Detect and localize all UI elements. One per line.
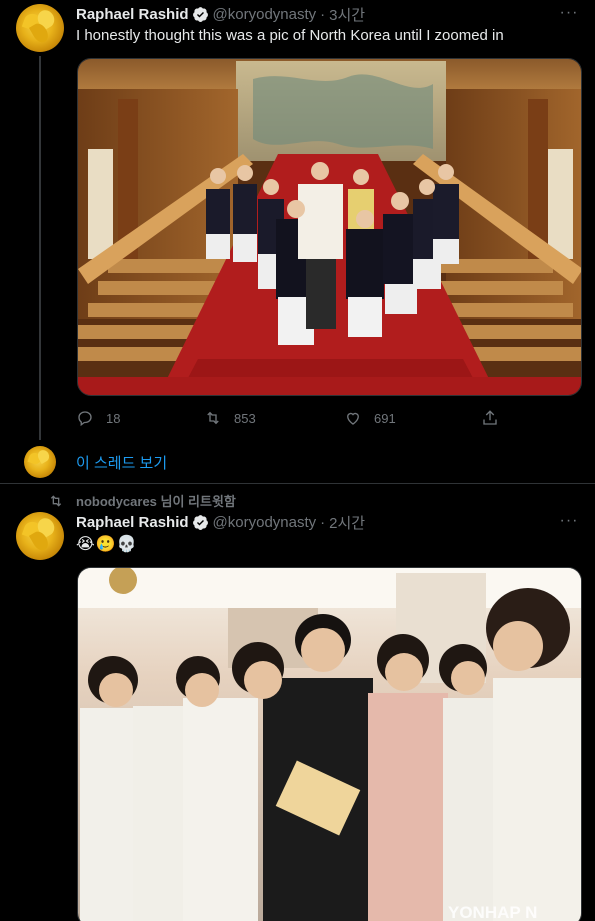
retweet-icon <box>207 411 219 425</box>
separator-dot: · <box>320 5 326 23</box>
handle[interactable]: @koryodynasty <box>213 514 317 531</box>
tweet-media-photo[interactable]: YONHAP N <box>77 567 582 921</box>
watermark-text: YONHAP N <box>448 903 537 921</box>
tweet-media-photo[interactable] <box>77 58 582 396</box>
display-name[interactable]: Raphael Rashid <box>76 6 189 23</box>
show-thread-avatar[interactable] <box>24 446 56 478</box>
retweet-count: 853 <box>234 410 256 426</box>
share-icon <box>483 410 497 425</box>
timestamp[interactable]: 3시간 <box>329 4 365 25</box>
show-thread-link[interactable]: 이 스레드 보기 <box>76 452 167 473</box>
like-button[interactable]: 691 <box>344 409 396 427</box>
tweet-divider <box>0 483 595 484</box>
more-icon[interactable]: ··· <box>557 512 581 530</box>
display-name[interactable]: Raphael Rashid <box>76 514 189 531</box>
tweet-actions: 18 853 691 <box>76 408 506 428</box>
more-icon[interactable]: ··· <box>557 4 581 22</box>
tweet-text: I honestly thought this was a pic of Nor… <box>76 27 504 44</box>
retweet-icon <box>50 494 62 507</box>
thread-connector-line <box>39 56 41 440</box>
retweet-banner-text: nobodycares 님이 리트윗함 <box>76 494 236 509</box>
tweet-header: Raphael Rashid @koryodynasty · 3시간 <box>76 4 365 24</box>
tweet-header: Raphael Rashid @koryodynasty · 2시간 <box>76 512 365 532</box>
share-button[interactable] <box>481 409 511 427</box>
avatar[interactable] <box>16 512 64 560</box>
group-photo: YONHAP N <box>78 568 581 921</box>
retweet-banner[interactable]: nobodycares 님이 리트윗함 <box>48 491 236 510</box>
verified-badge-icon <box>192 6 208 22</box>
verified-badge-icon <box>192 514 208 530</box>
separator-dot: · <box>320 513 326 531</box>
tweet-emojis: 😭🥲💀 <box>76 536 138 553</box>
retweet-button[interactable]: 853 <box>204 409 256 427</box>
tweet-1[interactable]: Raphael Rashid @koryodynasty · 3시간 ··· I… <box>0 0 595 480</box>
tweet-2[interactable]: Raphael Rashid @koryodynasty · 2시간 ··· 😭… <box>0 510 595 921</box>
reply-icon <box>78 411 92 427</box>
heart-icon <box>347 412 359 425</box>
reply-button[interactable]: 18 <box>76 409 120 427</box>
avatar[interactable] <box>16 4 64 52</box>
like-count: 691 <box>374 410 396 426</box>
handle[interactable]: @koryodynasty <box>213 6 317 23</box>
reply-count: 18 <box>106 410 121 426</box>
staircase-photo <box>78 59 581 395</box>
timestamp[interactable]: 2시간 <box>329 512 365 533</box>
